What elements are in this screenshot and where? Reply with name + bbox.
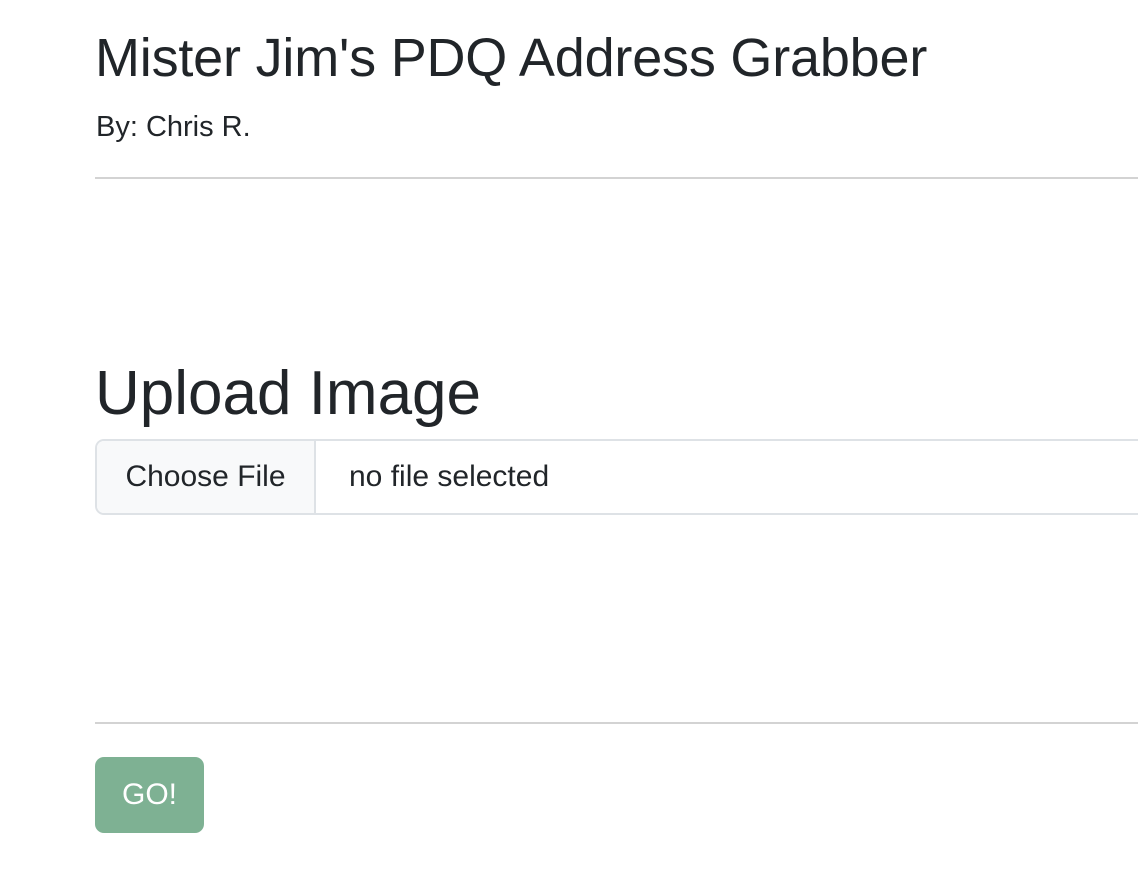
page: Mister Jim's PDQ Address Grabber By: Chr…: [0, 0, 1138, 896]
author-byline: By: Chris R.: [96, 111, 251, 143]
go-button[interactable]: GO!: [95, 757, 204, 833]
top-divider: [95, 177, 1138, 179]
app-title: Mister Jim's PDQ Address Grabber: [95, 28, 928, 88]
bottom-divider: [95, 722, 1138, 724]
file-status-text: no file selected: [349, 460, 550, 493]
upload-heading: Upload Image: [95, 359, 482, 428]
choose-file-button[interactable]: Choose File: [97, 441, 316, 513]
file-upload-input[interactable]: Choose File no file selected: [95, 439, 1138, 515]
